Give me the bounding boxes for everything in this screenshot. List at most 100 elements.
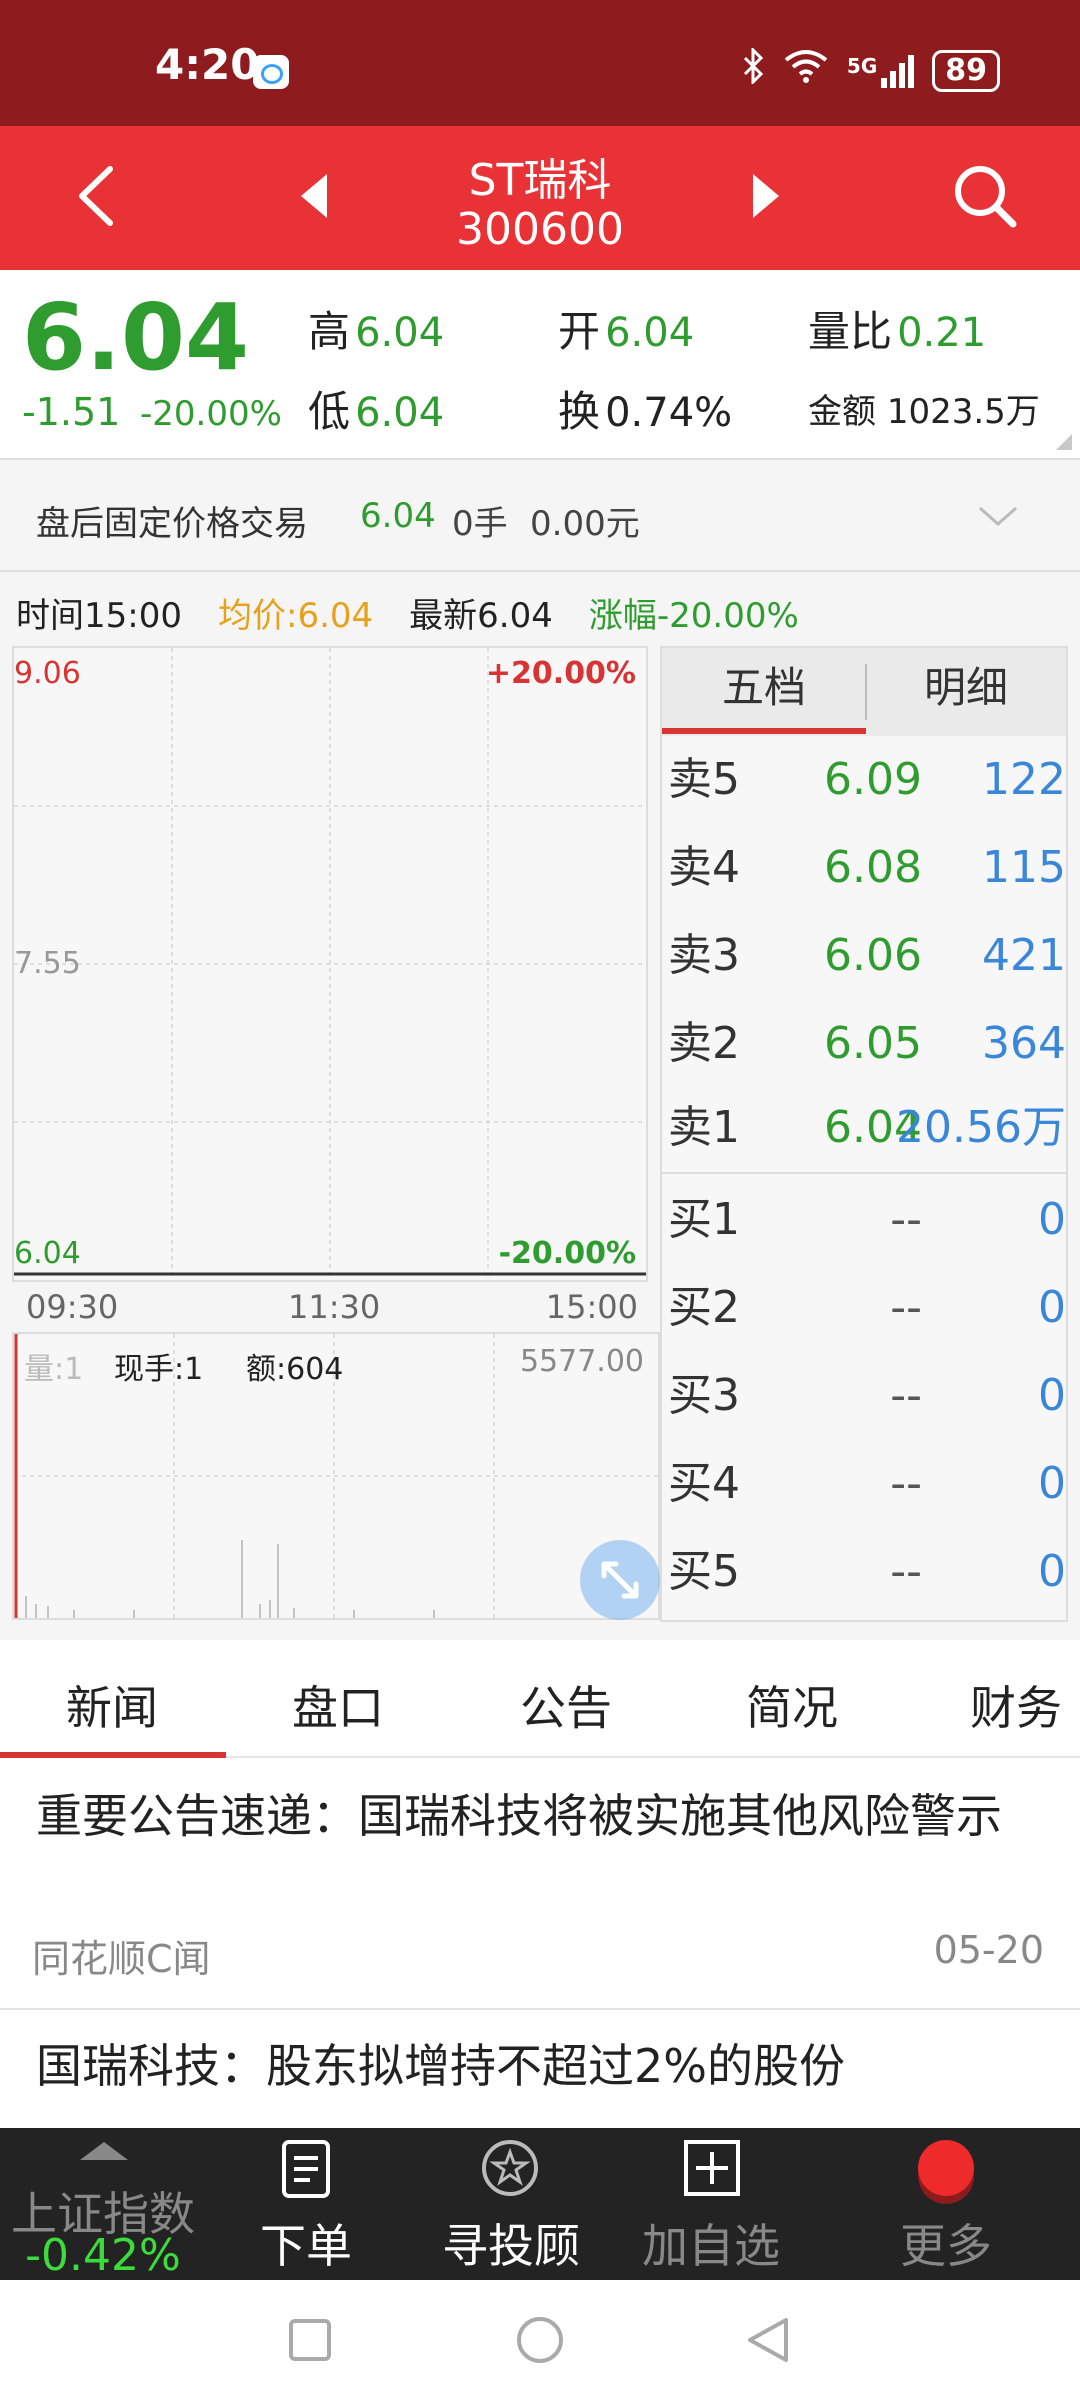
nav-advisor[interactable]: 寻投顾 bbox=[406, 2128, 616, 2280]
bluetooth-icon bbox=[741, 46, 765, 93]
bid-row-2[interactable]: 买2 -- 0 bbox=[662, 1264, 1066, 1352]
news-list: 重要公告速递：国瑞科技将被实施其他风险警示 同花顺C闻 05-20 国瑞科技：股… bbox=[0, 1758, 1080, 2130]
back-nav-icon[interactable] bbox=[744, 2316, 792, 2368]
previous-stock-icon[interactable] bbox=[295, 166, 335, 226]
signal-icon: 5G bbox=[846, 53, 915, 88]
more-dot-icon bbox=[918, 2140, 974, 2196]
bid-label: 买5 bbox=[668, 1546, 740, 1597]
ask-price: 6.06 bbox=[824, 930, 922, 981]
tab-news[interactable]: 新闻 bbox=[12, 1672, 212, 1738]
bid-volume: 0 bbox=[1038, 1546, 1066, 1597]
stock-name: ST瑞科 bbox=[468, 155, 612, 206]
tab-trade-detail[interactable]: 明细 bbox=[866, 648, 1066, 736]
ask-volume: 421 bbox=[982, 930, 1066, 981]
amount-stat: 金额 1023.5万 bbox=[808, 384, 1040, 433]
bid-label: 买3 bbox=[668, 1370, 740, 1421]
nav-order-label: 下单 bbox=[260, 2219, 352, 2273]
home-icon[interactable] bbox=[516, 2316, 564, 2368]
order-book: 五档 明细 卖5 6.09 122 卖4 6.08 115 卖3 6.06 42… bbox=[660, 646, 1068, 1622]
bid-volume: 0 bbox=[1038, 1194, 1066, 1245]
chart-average-price: 均价:6.04 bbox=[217, 596, 374, 636]
ask-label: 卖1 bbox=[668, 1102, 740, 1153]
add-icon bbox=[682, 2138, 742, 2202]
chart-bottom-price: 6.04 bbox=[14, 1236, 81, 1271]
stock-header: ST瑞科 300600 bbox=[0, 126, 1080, 270]
current-hand-label: 现手:1 bbox=[114, 1352, 204, 1387]
bid-row-1[interactable]: 买1 -- 0 bbox=[662, 1176, 1066, 1264]
nav-more-label: 更多 bbox=[900, 2219, 992, 2273]
ask-label: 卖4 bbox=[668, 842, 740, 893]
volume-label: 量:1 bbox=[24, 1352, 84, 1387]
high-value: 6.04 bbox=[355, 310, 445, 356]
nav-index-ticker[interactable]: 上证指数 -0.42% bbox=[0, 2128, 206, 2281]
news-item[interactable]: 重要公告速递：国瑞科技将被实施其他风险警示 同花顺C闻 05-20 bbox=[0, 1758, 1080, 2008]
chart-mid-price: 7.55 bbox=[14, 946, 81, 981]
ask-volume: 115 bbox=[982, 842, 1066, 893]
chevron-down-icon[interactable] bbox=[978, 504, 1018, 528]
time-tick-close: 15:00 bbox=[545, 1288, 638, 1326]
volume-chart[interactable]: 量:1 现手:1 额:604 5577.00 bbox=[12, 1332, 660, 1620]
chart-info-line: 时间15:00 均价:6.04 最新6.04 涨幅-20.00% bbox=[16, 588, 799, 637]
next-stock-icon[interactable] bbox=[745, 166, 785, 226]
chart-top-price: 9.06 bbox=[14, 656, 81, 691]
after-hours-price: 6.04 bbox=[360, 496, 436, 536]
news-source: 同花顺C闻 bbox=[32, 1937, 211, 1981]
volume-ratio-stat: 量比 0.21 bbox=[808, 298, 986, 359]
bid-price: -- bbox=[890, 1546, 922, 1597]
expand-up-icon bbox=[80, 2142, 128, 2160]
price-change-percent: -20.00% bbox=[140, 394, 282, 434]
bid-volume: 0 bbox=[1038, 1282, 1066, 1333]
tab-financials[interactable]: 财务 bbox=[916, 1672, 1080, 1738]
ask-price: 6.05 bbox=[824, 1018, 922, 1069]
after-hours-trading-row[interactable]: 盘后固定价格交易 6.04 0手 0.00元 bbox=[0, 462, 1080, 572]
tab-five-levels[interactable]: 五档 bbox=[662, 648, 866, 736]
bid-price: -- bbox=[890, 1370, 922, 1421]
quote-summary[interactable]: 6.04 -1.51 -20.00% 高 6.04 开 6.04 量比 0.21… bbox=[0, 270, 1080, 460]
expand-chart-icon[interactable] bbox=[580, 1540, 660, 1620]
nav-advisor-label: 寻投顾 bbox=[442, 2219, 580, 2273]
ask-row-3[interactable]: 卖3 6.06 421 bbox=[662, 912, 1066, 1000]
bid-row-5[interactable]: 买5 -- 0 bbox=[662, 1528, 1066, 1616]
intraday-price-chart[interactable]: 9.06 +20.00% 7.55 6.04 -20.00% bbox=[12, 646, 648, 1282]
battery-icon: 89 bbox=[932, 49, 1000, 92]
last-price: 6.04 bbox=[22, 284, 249, 391]
active-tab-underline bbox=[662, 728, 866, 734]
tab-market-depth[interactable]: 盘口 bbox=[238, 1672, 438, 1738]
high-label: 高 bbox=[308, 307, 351, 356]
nav-order[interactable]: 下单 bbox=[206, 2128, 406, 2280]
ask-row-4[interactable]: 卖4 6.08 115 bbox=[662, 824, 1066, 912]
news-item[interactable]: 国瑞科技：股东拟增持不超过2%的股份 bbox=[0, 2010, 1080, 2130]
advisor-badge-icon bbox=[478, 2136, 542, 2204]
news-title: 国瑞科技：股东拟增持不超过2%的股份 bbox=[36, 2039, 845, 2093]
ask-label: 卖3 bbox=[668, 930, 740, 981]
ask-row-5[interactable]: 卖5 6.09 122 bbox=[662, 736, 1066, 824]
ask-row-2[interactable]: 卖2 6.05 364 bbox=[662, 1000, 1066, 1088]
bid-volume: 0 bbox=[1038, 1370, 1066, 1421]
volume-ratio-label: 量比 bbox=[808, 307, 893, 356]
after-hours-label: 盘后固定价格交易 bbox=[36, 504, 308, 544]
ask-row-1[interactable]: 卖1 6.04 20.56万 bbox=[662, 1084, 1066, 1172]
back-icon[interactable] bbox=[70, 161, 130, 231]
network-type: 5G bbox=[846, 53, 878, 78]
recent-apps-icon[interactable] bbox=[288, 2318, 332, 2366]
bid-row-3[interactable]: 买3 -- 0 bbox=[662, 1352, 1066, 1440]
news-title: 重要公告速递：国瑞科技将被实施其他风险警示 bbox=[36, 1789, 1002, 1843]
bid-label: 买1 bbox=[668, 1194, 740, 1245]
stock-code: 300600 bbox=[456, 204, 624, 255]
status-time: 4:20 bbox=[155, 40, 260, 89]
bid-row-4[interactable]: 买4 -- 0 bbox=[662, 1440, 1066, 1528]
status-icons: 5G 89 bbox=[741, 46, 1000, 93]
price-change: -1.51 bbox=[22, 390, 121, 434]
turnover-value: 0.74% bbox=[605, 390, 733, 436]
low-stat: 低 6.04 bbox=[308, 378, 444, 439]
nav-more[interactable]: 更多 bbox=[846, 2128, 1046, 2280]
info-tabs: 新闻 盘口 公告 简况 财务 bbox=[0, 1640, 1080, 1758]
search-icon[interactable] bbox=[945, 156, 1025, 236]
tab-announcements[interactable]: 公告 bbox=[466, 1672, 666, 1738]
tab-overview[interactable]: 简况 bbox=[692, 1672, 892, 1738]
chart-bottom-percent: -20.00% bbox=[498, 1236, 636, 1271]
high-stat: 高 6.04 bbox=[308, 298, 444, 359]
system-navigation-bar bbox=[0, 2280, 1080, 2400]
nav-add-watchlist[interactable]: 加自选 bbox=[616, 2128, 806, 2280]
amount-value: 1023.5万 bbox=[886, 392, 1040, 432]
